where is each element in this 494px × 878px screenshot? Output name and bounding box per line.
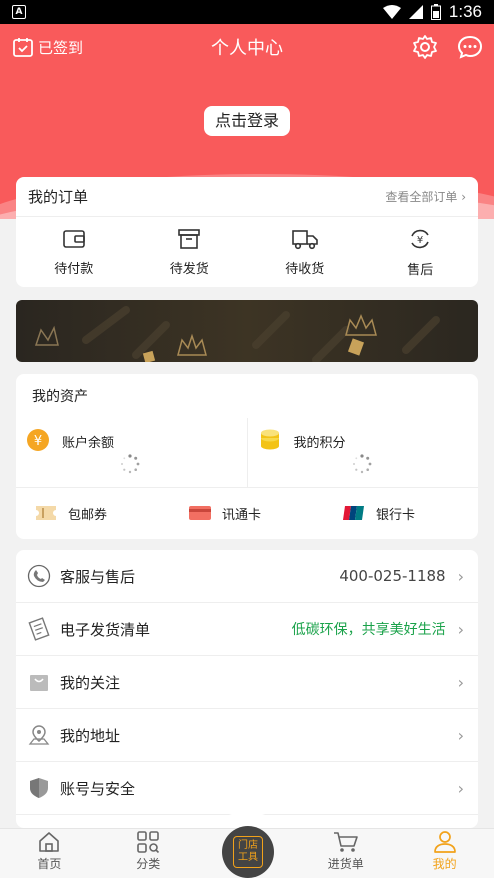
bank-card[interactable]: 银行卡 [324,488,478,538]
eco-slogan: 低碳环保，共享美好生活 [291,622,446,638]
nav-label: 进货单 [327,857,364,871]
chevron-right-icon: › [457,566,464,586]
battery-icon [430,4,441,20]
cart-icon [333,832,358,852]
location-icon [26,722,52,748]
profile-icon [433,831,456,853]
orders-title: 我的订单 [28,188,89,206]
loading-spinner-icon [352,454,371,474]
category-icon [137,831,160,853]
hotline-number: 400-025-1188 [339,567,446,585]
list-item-label: 我的关注 [60,673,121,692]
loading-spinner-icon [121,454,140,474]
list-item-favorites[interactable]: 我的关注 › [16,656,478,709]
bag-icon [26,669,52,695]
wifi-icon [382,5,401,19]
svg-text:¥: ¥ [34,434,42,449]
nav-category[interactable]: 分类 [99,829,198,878]
assets-card: 我的资产 ¥ 账户余额 我的积分 包邮券 讯通卡 银行卡 [16,374,478,539]
bank-card-label: 银行卡 [376,507,416,523]
order-pending-payment[interactable]: 待付款 [16,217,132,287]
nav-label: 首页 [37,857,62,871]
points-cell[interactable]: 我的积分 [246,418,479,487]
chevron-right-icon: › [457,778,464,798]
yen-refund-icon: ¥ [411,229,429,248]
nav-profile[interactable]: 我的 [395,829,494,878]
asset-summary-row: ¥ 账户余额 我的积分 [16,418,478,488]
nav-home[interactable]: 首页 [0,829,99,878]
order-status-label: 待付款 [54,261,94,277]
banner-decoration [34,306,440,362]
wallet-cards-row: 包邮券 讯通卡 银行卡 [16,488,478,538]
chevron-right-icon: › [457,725,464,745]
nav-label: 我的 [432,857,457,871]
list-item-e-delivery-list[interactable]: 电子发货清单 低碳环保，共享美好生活 › [16,603,478,656]
menu-list: 客服与售后 400-025-1188 › 电子发货清单 低碳环保，共享美好生活 … [16,550,478,828]
view-all-orders-label: 查看全部订单 [385,190,458,204]
points-label: 我的积分 [293,436,346,451]
view-all-orders-link[interactable]: 查看全部订单 › [385,188,466,205]
yen-coin-icon: ¥ [27,429,49,451]
gear-icon[interactable] [412,34,438,60]
order-status-label: 待收货 [285,261,325,277]
coupon-label: 包邮券 [68,507,108,523]
xuntong-card[interactable]: 讯通卡 [170,488,324,538]
account-balance-cell[interactable]: ¥ 账户余额 [16,418,247,487]
list-item-account-security[interactable]: 账号与安全 › [16,762,478,815]
card-label: 讯通卡 [222,507,262,523]
login-button[interactable]: 点击登录 [204,106,290,136]
nav-label: 分类 [136,857,161,871]
order-pending-shipment[interactable]: 待发货 [132,217,248,287]
chevron-right-icon: › [457,672,464,692]
card-icon [189,506,211,520]
chevron-right-icon: › [461,190,466,204]
app-notification-icon: A [12,5,26,19]
store-tools-label: 门店工具 [233,836,263,868]
assets-title: 我的资产 [32,389,88,405]
shield-icon [26,775,52,801]
order-pending-receipt[interactable]: 待收货 [247,217,363,287]
message-icon[interactable] [457,34,483,60]
phone-icon [26,563,52,589]
orders-card: 我的订单 查看全部订单 › 待付款 待发货 待收货 ¥ 售后 [16,177,478,287]
coupon-icon [36,506,56,520]
list-item-label: 我的地址 [60,726,121,745]
list-item-customer-service[interactable]: 客服与售后 400-025-1188 › [16,550,478,603]
signal-icon [408,5,423,19]
orders-header: 我的订单 查看全部订单 › [16,177,478,217]
list-item-label: 电子发货清单 [60,620,151,639]
receipt-icon [26,616,52,642]
store-tools-button[interactable]: 门店工具 [222,826,274,878]
list-item-address[interactable]: 我的地址 › [16,709,478,762]
order-after-sales[interactable]: ¥ 售后 [363,217,479,287]
list-item-label: 账号与安全 [60,779,136,798]
promo-banner[interactable] [16,300,478,362]
svg-text:¥: ¥ [417,235,423,246]
order-status-label: 待发货 [169,261,209,277]
clock: 1:36 [448,2,482,21]
account-balance-label: 账户余额 [62,436,115,451]
coins-stack-icon [260,429,279,450]
chevron-right-icon: › [457,619,464,639]
unionpay-icon [343,506,364,520]
box-icon [178,228,201,249]
list-item-label: 客服与售后 [60,567,136,586]
order-status-label: 售后 [407,262,434,278]
home-icon [39,832,60,852]
order-status-row: 待付款 待发货 待收货 ¥ 售后 [16,217,478,287]
truck-icon [291,229,318,249]
free-shipping-coupon[interactable]: 包邮券 [16,488,170,538]
wallet-icon [62,229,85,248]
nav-purchase-list[interactable]: 进货单 [296,829,395,878]
status-bar: A 1:36 [0,0,494,24]
